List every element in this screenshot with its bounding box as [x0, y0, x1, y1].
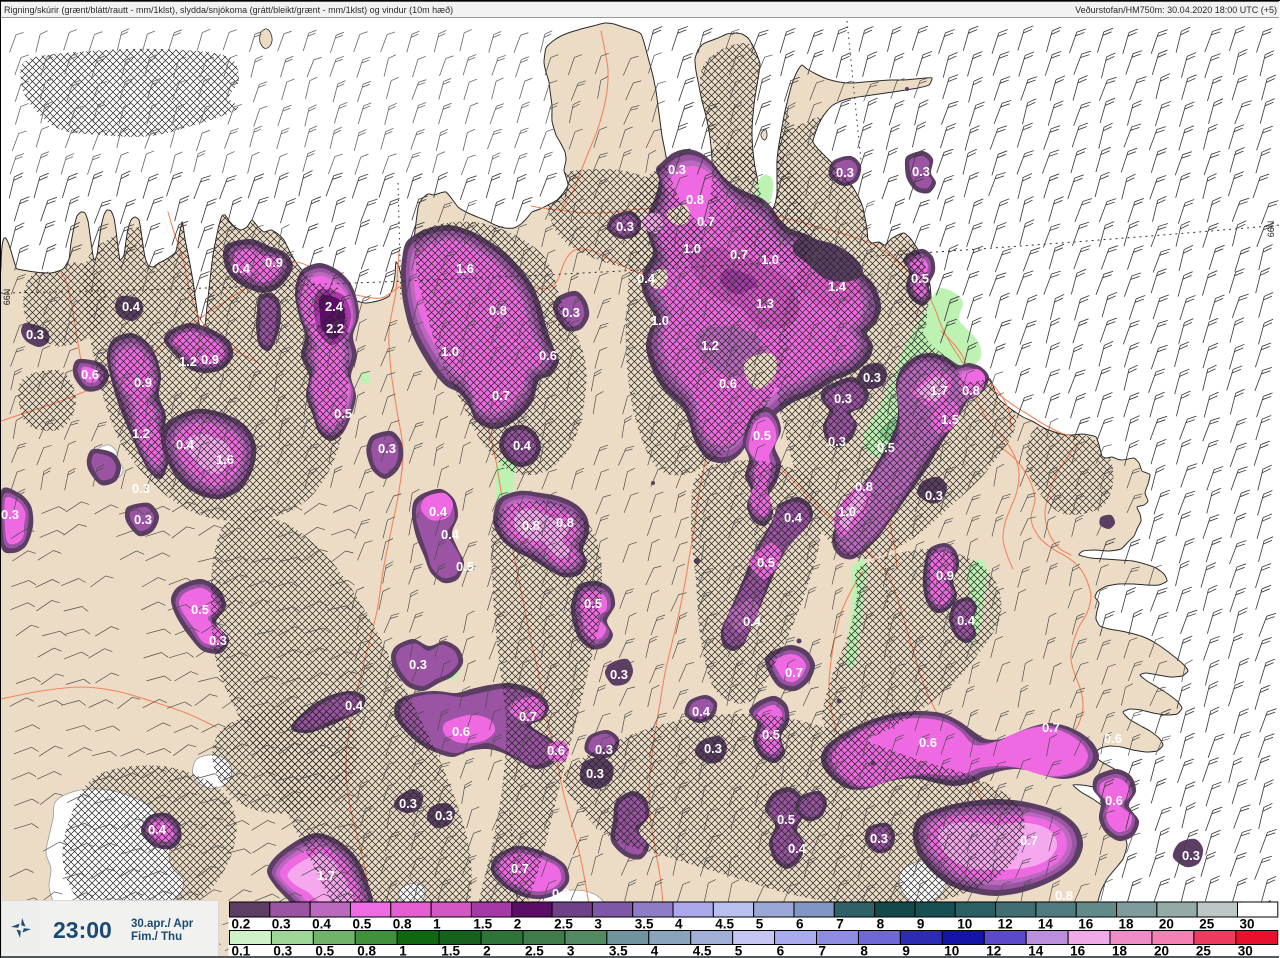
svg-text:5: 5: [756, 917, 764, 932]
svg-text:3.5: 3.5: [635, 917, 654, 932]
svg-text:0.2: 0.2: [232, 917, 251, 932]
svg-text:0.3: 0.3: [272, 917, 291, 932]
svg-text:8: 8: [877, 917, 885, 932]
svg-text:9: 9: [917, 917, 925, 932]
svg-text:0.4: 0.4: [312, 917, 331, 932]
svg-text:0.5: 0.5: [353, 917, 372, 932]
svg-text:30: 30: [1240, 917, 1255, 932]
svg-text:10: 10: [957, 917, 972, 932]
svg-text:1.5: 1.5: [473, 917, 492, 932]
svg-text:12: 12: [998, 917, 1013, 932]
svg-text:2.5: 2.5: [554, 917, 573, 932]
svg-text:4.5: 4.5: [715, 917, 734, 932]
svg-text:0.8: 0.8: [393, 917, 412, 932]
svg-text:4: 4: [675, 917, 683, 932]
svg-text:14: 14: [1038, 917, 1054, 932]
svg-text:20: 20: [1159, 917, 1174, 932]
svg-text:25: 25: [1199, 917, 1215, 932]
svg-text:3: 3: [594, 917, 602, 932]
svg-text:2: 2: [514, 917, 522, 932]
svg-text:1: 1: [433, 917, 441, 932]
svg-text:7: 7: [836, 917, 844, 932]
svg-text:16: 16: [1078, 917, 1094, 932]
svg-text:6: 6: [796, 917, 804, 932]
svg-text:18: 18: [1119, 917, 1135, 932]
